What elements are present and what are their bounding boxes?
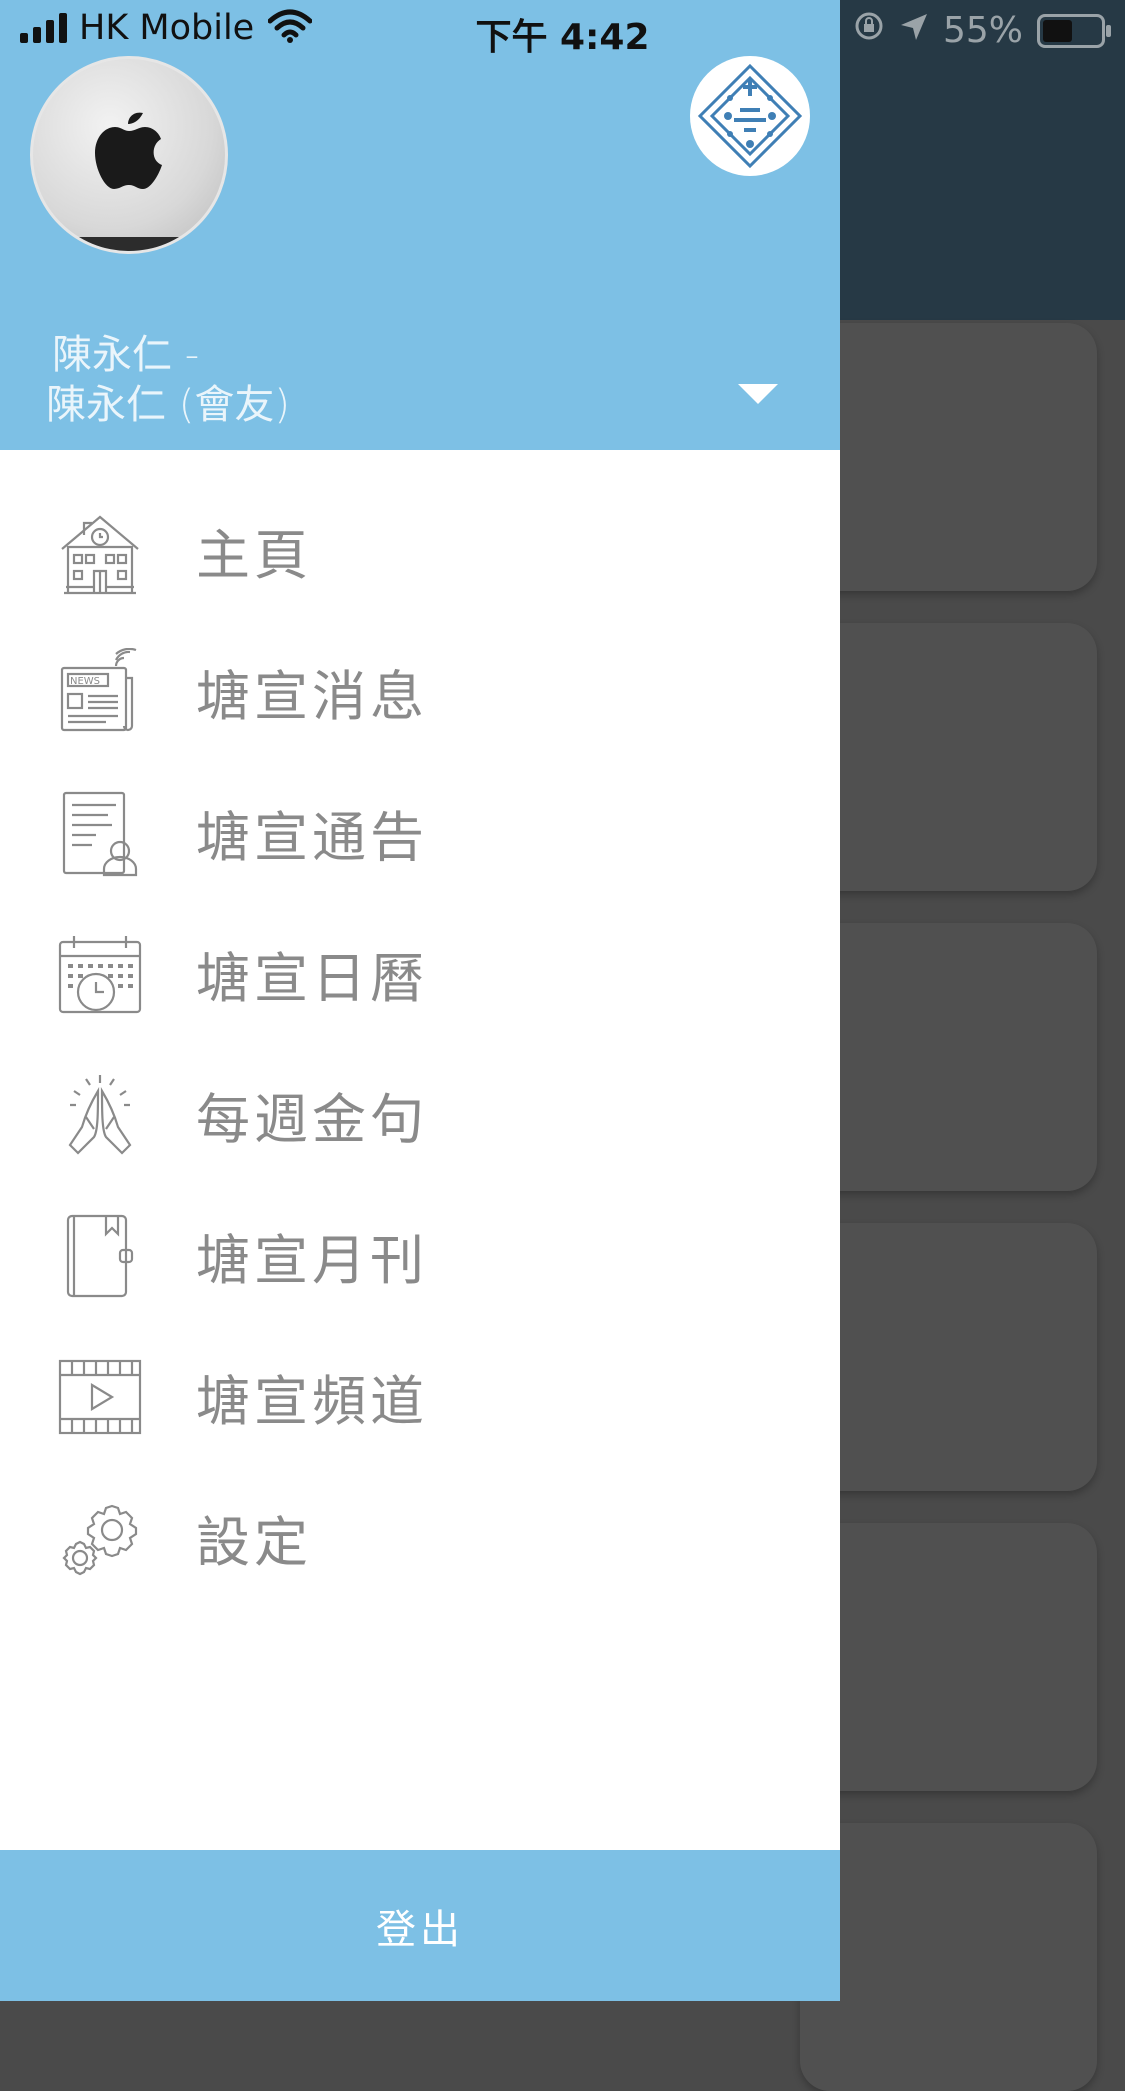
gears-icon — [56, 1494, 144, 1582]
menu-label: 塘宣月刊 — [196, 1229, 428, 1292]
account-dropdown-icon[interactable] — [738, 384, 778, 404]
apple-logo-icon — [95, 112, 162, 189]
menu-item-notices[interactable]: 塘宣通告 — [0, 762, 840, 903]
menu-item-settings[interactable]: 設定 — [0, 1467, 840, 1608]
newspaper-icon: NEWS — [56, 647, 144, 736]
menu-label: 塘宣通告 — [196, 806, 428, 869]
notice-document-icon — [56, 789, 144, 877]
background-card[interactable] — [800, 323, 1097, 591]
battery-percent: 55% — [942, 10, 1023, 51]
menu-label: 設定 — [196, 1511, 312, 1574]
background-card[interactable] — [800, 1823, 1097, 2091]
menu-label: 每週金句 — [196, 1088, 428, 1151]
logout-button[interactable]: 登出 — [0, 1850, 840, 2001]
menu-item-monthly[interactable]: 塘宣月刊 — [0, 1185, 840, 1326]
status-bar: HK Mobile 下午 4:42 55% — [0, 0, 1125, 62]
logout-label: 登出 — [376, 1906, 464, 1953]
menu-item-home[interactable]: 主頁 — [0, 480, 840, 621]
background-card[interactable] — [800, 623, 1097, 891]
background-card[interactable] — [800, 923, 1097, 1191]
svg-text:NEWS: NEWS — [70, 676, 100, 687]
drawer-menu: 主頁 NEWS 塘宣消息 塘宣通告 塘宣日曆 每週金句 塘宣月刊 塘宣頻道 設定 — [0, 480, 840, 1608]
praying-hands-icon — [56, 1071, 144, 1159]
battery-icon — [1037, 13, 1111, 48]
menu-label: 主頁 — [196, 524, 312, 587]
menu-item-channel[interactable]: 塘宣頻道 — [0, 1326, 840, 1467]
book-icon — [56, 1212, 144, 1300]
background-card[interactable] — [800, 1523, 1097, 1791]
menu-item-news[interactable]: NEWS 塘宣消息 — [0, 621, 840, 762]
menu-item-calendar[interactable]: 塘宣日曆 — [0, 903, 840, 1044]
background-card[interactable] — [800, 1223, 1097, 1491]
video-film-icon — [56, 1353, 144, 1441]
orientation-lock-icon — [853, 10, 885, 51]
menu-label: 塘宣消息 — [196, 665, 428, 728]
school-building-icon — [56, 507, 144, 595]
location-arrow-icon — [899, 10, 929, 51]
school-logo-icon — [690, 56, 810, 176]
user-role[interactable]: 陳永仁 (會友) — [46, 372, 290, 430]
menu-label: 塘宣日曆 — [196, 947, 428, 1010]
calendar-clock-icon — [56, 930, 144, 1018]
navigation-drawer: 陳永仁 - 陳永仁 (會友) 主頁 NEWS 塘宣消息 塘宣通告 塘宣日曆 每週… — [0, 0, 840, 2001]
menu-label: 塘宣頻道 — [196, 1370, 428, 1433]
drawer-header: 陳永仁 - 陳永仁 (會友) — [0, 0, 840, 450]
avatar[interactable] — [30, 56, 228, 254]
menu-item-weekly-verse[interactable]: 每週金句 — [0, 1044, 840, 1185]
